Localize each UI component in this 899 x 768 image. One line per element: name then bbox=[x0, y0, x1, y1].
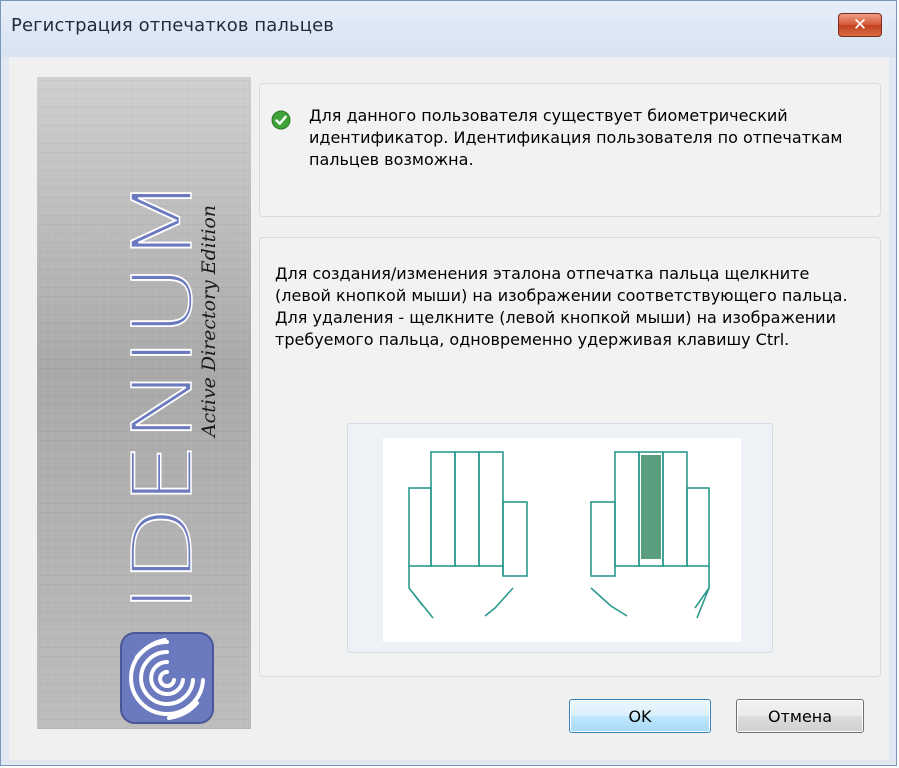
close-button[interactable]: ✕ bbox=[838, 13, 882, 37]
ok-button[interactable]: OK bbox=[569, 699, 711, 733]
right-index-finger[interactable] bbox=[614, 451, 640, 567]
fingerprint-registration-dialog: Регистрация отпечатков пальцев ✕ IDENIUM… bbox=[0, 0, 897, 766]
dialog-body: IDENIUM Active Directory Edition Для дан… bbox=[9, 57, 889, 760]
biometric-status-text: Для данного пользователя существует биом… bbox=[309, 106, 843, 169]
instructions-text: Для создания/изменения эталона отпечатка… bbox=[275, 264, 848, 349]
left-little-finger[interactable] bbox=[408, 487, 432, 567]
left-ring-finger[interactable] bbox=[430, 451, 456, 567]
cancel-button[interactable]: Отмена bbox=[736, 699, 864, 733]
right-palm bbox=[590, 566, 710, 619]
product-banner: IDENIUM Active Directory Edition bbox=[37, 77, 251, 729]
close-icon: ✕ bbox=[852, 14, 868, 35]
window-title: Регистрация отпечатков пальцев bbox=[11, 15, 334, 36]
left-palm bbox=[408, 566, 514, 619]
right-little-finger[interactable] bbox=[686, 487, 710, 567]
left-hand bbox=[408, 451, 528, 619]
check-circle-icon bbox=[271, 110, 291, 130]
right-thumb[interactable] bbox=[590, 501, 616, 577]
enrolled-finger-marker bbox=[641, 455, 661, 559]
brand-text: IDENIUM bbox=[116, 177, 211, 613]
fingerprint-swirl-icon bbox=[120, 632, 214, 724]
right-ring-finger[interactable] bbox=[662, 451, 688, 567]
hands-diagram bbox=[383, 438, 741, 642]
title-bar[interactable]: Регистрация отпечатков пальцев ✕ bbox=[1, 1, 896, 57]
edition-text: Active Directory Edition bbox=[198, 205, 220, 439]
left-thumb[interactable] bbox=[502, 501, 528, 577]
idenium-logo: IDENIUM Active Directory Edition bbox=[115, 176, 220, 724]
left-index-finger[interactable] bbox=[478, 451, 504, 567]
left-middle-finger[interactable] bbox=[454, 451, 480, 567]
